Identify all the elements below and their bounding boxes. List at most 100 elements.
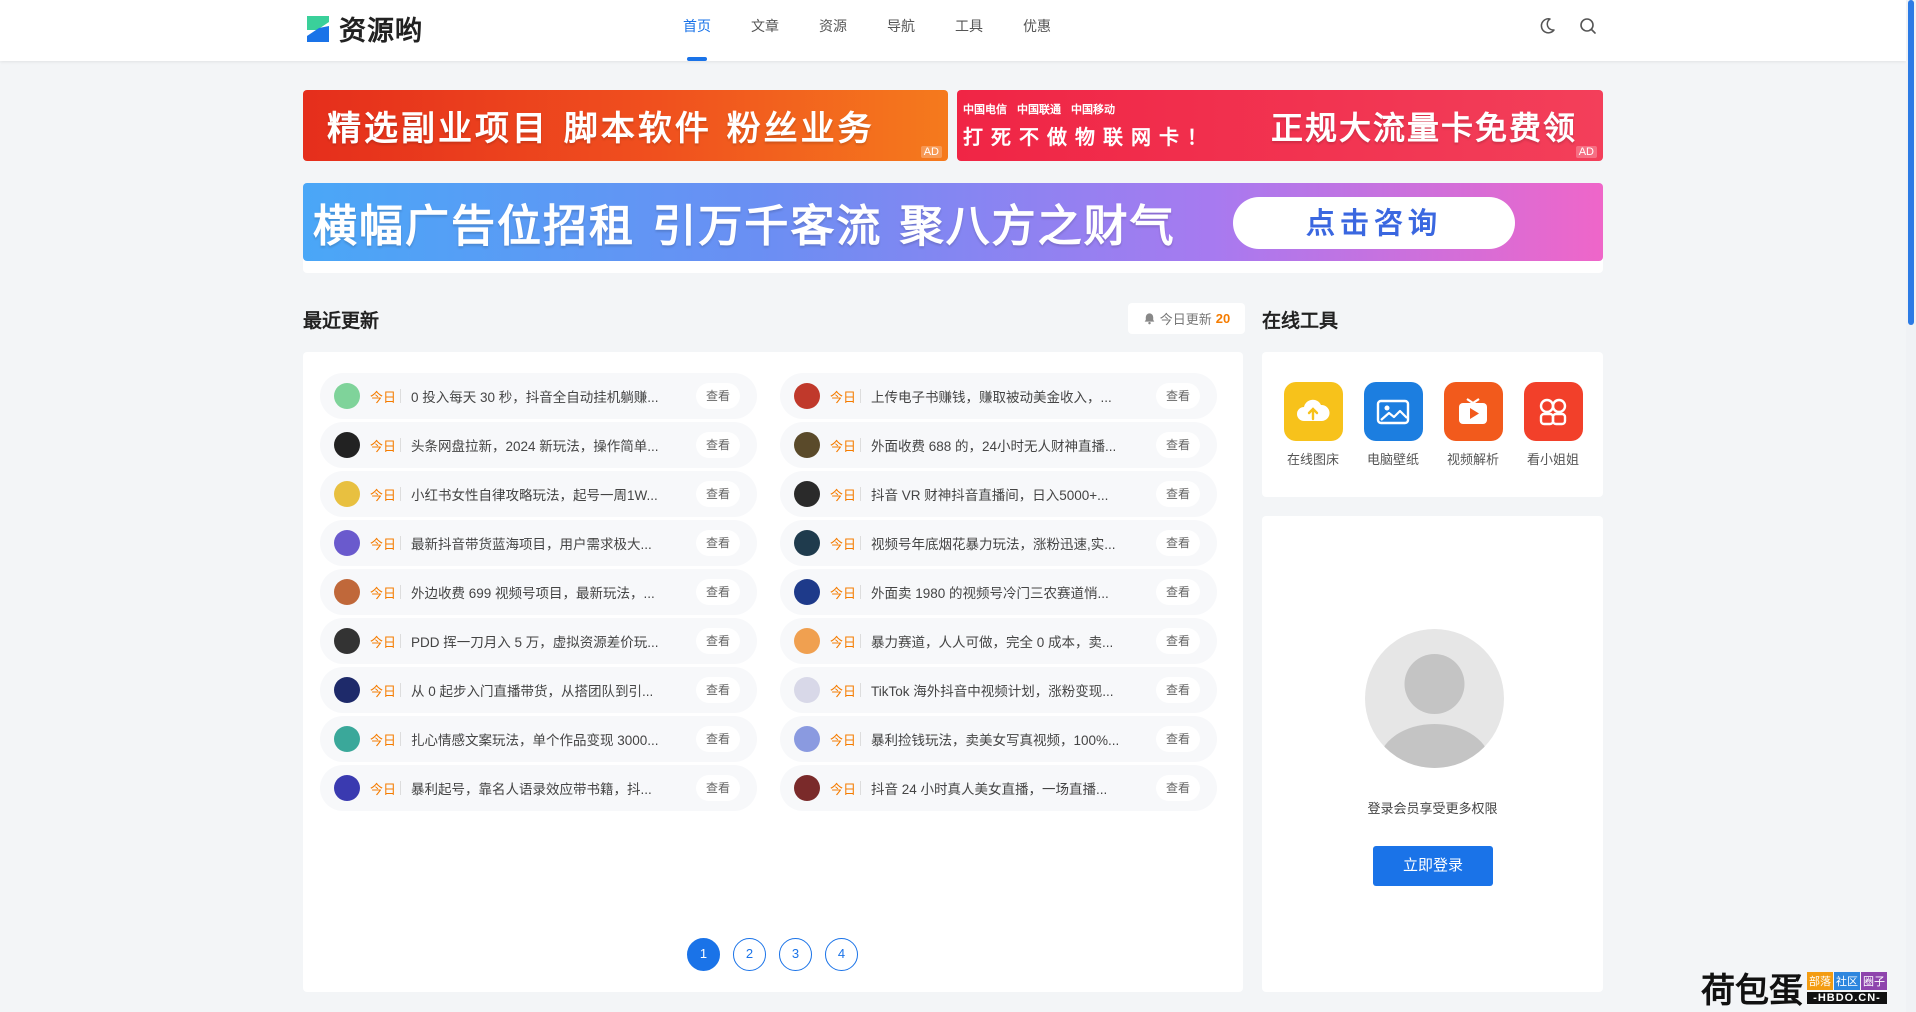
tool-image-host[interactable]: 在线图床 <box>1278 382 1348 468</box>
item-date-tag: 今日 <box>370 487 397 503</box>
item-title[interactable]: 暴力赛道，人人可做，完全 0 成本，卖... <box>871 631 1134 651</box>
watermark-tag: 部落 <box>1807 971 1833 990</box>
item-divider <box>400 634 401 648</box>
nav-navigation[interactable]: 导航 <box>867 0 935 61</box>
view-button[interactable]: 查看 <box>696 579 740 605</box>
view-button[interactable]: 查看 <box>1156 579 1200 605</box>
list-item[interactable]: 今日 外面卖 1980 的视频号冷门三农赛道悄... 查看 <box>780 569 1217 615</box>
view-button[interactable]: 查看 <box>696 383 740 409</box>
view-button[interactable]: 查看 <box>696 530 740 556</box>
view-button[interactable]: 查看 <box>696 432 740 458</box>
search-icon[interactable] <box>1578 16 1598 36</box>
list-item[interactable]: 今日 视频号年底烟花暴力玩法，涨粉迅速,实... 查看 <box>780 520 1217 566</box>
view-button[interactable]: 查看 <box>1156 530 1200 556</box>
item-date-tag: 今日 <box>830 683 857 699</box>
item-title[interactable]: 抖音 24 小时真人美女直播，一场直播... <box>871 778 1134 798</box>
item-date-tag: 今日 <box>370 585 397 601</box>
view-button[interactable]: 查看 <box>696 726 740 752</box>
tool-gallery[interactable]: 看小姐姐 <box>1518 382 1588 468</box>
item-thumbnail <box>794 677 820 703</box>
nav-articles[interactable]: 文章 <box>731 0 799 61</box>
ad-banner-data-card[interactable]: 中国电信 中国联通 中国移动 打死不做物联网卡！ 正规大流量卡免费领 AD <box>957 90 1603 161</box>
view-button[interactable]: 查看 <box>1156 481 1200 507</box>
item-thumbnail <box>334 628 360 654</box>
item-thumbnail <box>334 383 360 409</box>
page-button-1[interactable]: 1 <box>687 938 720 971</box>
site-logo[interactable]: 资源哟 <box>303 9 423 48</box>
item-title[interactable]: 最新抖音带货蓝海项目，用户需求极大... <box>411 533 674 553</box>
view-button[interactable]: 查看 <box>1156 383 1200 409</box>
list-item[interactable]: 今日 抖音 VR 财神抖音直播间，日入5000+... 查看 <box>780 471 1217 517</box>
list-item[interactable]: 今日 小红书女性自律攻略玩法，起号一周1W... 查看 <box>320 471 757 517</box>
consult-button[interactable]: 点击咨询 <box>1233 197 1515 249</box>
view-button[interactable]: 查看 <box>1156 775 1200 801</box>
nav-deals[interactable]: 优惠 <box>1003 0 1071 61</box>
item-title[interactable]: 小红书女性自律攻略玩法，起号一周1W... <box>411 484 674 504</box>
ad-banner-side-jobs[interactable]: 精选副业项目 脚本软件 粉丝业务 AD <box>303 90 948 161</box>
list-item[interactable]: 今日 外边收费 699 视频号项目，最新玩法，... 查看 <box>320 569 757 615</box>
item-title[interactable]: 从 0 起步入门直播带货，从搭团队到引... <box>411 680 674 700</box>
tool-video-parse[interactable]: 视频解析 <box>1438 382 1508 468</box>
list-item[interactable]: 今日从 0 起步入门直播带货，从搭团队到引... 查看 <box>320 667 757 713</box>
today-updates-badge: 今日更新 20 <box>1128 303 1245 334</box>
item-title[interactable]: 暴利捡钱玩法，卖美女写真视频，100%... <box>871 729 1134 749</box>
item-title[interactable]: 头条网盘拉新，2024 新玩法，操作简单... <box>411 435 674 455</box>
moon-icon[interactable] <box>1537 16 1557 36</box>
list-item[interactable]: 今日 暴力赛道，人人可做，完全 0 成本，卖... 查看 <box>780 618 1217 664</box>
list-item[interactable]: 今日 外面收费 688 的，24小时无人财神直播... 查看 <box>780 422 1217 468</box>
item-title[interactable]: 外面卖 1980 的视频号冷门三农赛道悄... <box>871 582 1134 602</box>
view-button[interactable]: 查看 <box>1156 628 1200 654</box>
view-button[interactable]: 查看 <box>1156 677 1200 703</box>
item-title[interactable]: 外面收费 688 的，24小时无人财神直播... <box>871 435 1134 455</box>
list-item[interactable]: 今日 暴利起号，靠名人语录效应带书籍，抖... 查看 <box>320 765 757 811</box>
tool-wallpaper[interactable]: 电脑壁纸 <box>1358 382 1428 468</box>
view-button[interactable]: 查看 <box>696 628 740 654</box>
item-title[interactable]: 上传电子书赚钱，赚取被动美金收入，... <box>871 386 1134 406</box>
tool-label: 看小姐姐 <box>1526 452 1579 467</box>
nav-tools[interactable]: 工具 <box>935 0 1003 61</box>
watermark-side: 部落 社区 圈子 -HBDO.CN- <box>1807 971 1887 1004</box>
list-item[interactable]: 今日 上传电子书赚钱，赚取被动美金收入，... 查看 <box>780 373 1217 419</box>
ad-banner-text: 横幅广告位招租 引万千客流 聚八方之财气 <box>313 201 1176 252</box>
item-divider <box>860 438 861 452</box>
item-divider <box>400 487 401 501</box>
list-item[interactable]: 今日 TikTok 海外抖音中视频计划，涨粉变现... 查看 <box>780 667 1217 713</box>
item-title[interactable]: 0 投入每天 30 秒，抖音全自动挂机躺赚... <box>411 386 674 406</box>
list-item[interactable]: 今日 抖音 24 小时真人美女直播，一场直播... 查看 <box>780 765 1217 811</box>
list-item[interactable]: 今日 扎心情感文案玩法，单个作品变现 3000... 查看 <box>320 716 757 762</box>
view-button[interactable]: 查看 <box>696 775 740 801</box>
item-title[interactable]: 抖音 VR 财神抖音直播间，日入5000+... <box>871 484 1134 504</box>
item-title[interactable]: 外边收费 699 视频号项目，最新玩法，... <box>411 582 674 602</box>
nav-home[interactable]: 首页 <box>663 0 731 61</box>
ad-banner-rent[interactable]: 横幅广告位招租 引万千客流 聚八方之财气 点击咨询 <box>303 183 1603 261</box>
view-button[interactable]: 查看 <box>1156 726 1200 752</box>
item-thumbnail <box>334 530 360 556</box>
item-title[interactable]: 扎心情感文案玩法，单个作品变现 3000... <box>411 729 674 749</box>
page-button-4[interactable]: 4 <box>825 938 858 971</box>
page-button-3[interactable]: 3 <box>779 938 812 971</box>
item-date-tag: 今日 <box>830 732 857 748</box>
item-title[interactable]: TikTok 海外抖音中视频计划，涨粉变现... <box>871 680 1134 700</box>
item-title[interactable]: 视频号年底烟花暴力玩法，涨粉迅速,实... <box>871 533 1134 553</box>
list-item[interactable]: 今日 暴利捡钱玩法，卖美女写真视频，100%... 查看 <box>780 716 1217 762</box>
nav-resources[interactable]: 资源 <box>799 0 867 61</box>
list-item[interactable]: 今日 最新抖音带货蓝海项目，用户需求极大... 查看 <box>320 520 757 566</box>
page-button-2[interactable]: 2 <box>733 938 766 971</box>
list-item[interactable]: 今日 PDD 挥一刀月入 5 万，虚拟资源差价玩... 查看 <box>320 618 757 664</box>
item-title[interactable]: 暴利起号，靠名人语录效应带书籍，抖... <box>411 778 674 798</box>
tool-label: 电脑壁纸 <box>1366 452 1419 467</box>
login-button[interactable]: 立即登录 <box>1373 846 1493 886</box>
list-item[interactable]: 今日 0 投入每天 30 秒，抖音全自动挂机躺赚... 查看 <box>320 373 757 419</box>
carrier-telecom: 中国电信 <box>963 104 1007 116</box>
bell-icon <box>1144 313 1155 325</box>
item-divider <box>860 781 861 795</box>
view-button[interactable]: 查看 <box>696 677 740 703</box>
scrollbar-thumb[interactable] <box>1908 0 1914 325</box>
list-item[interactable]: 今日 头条网盘拉新，2024 新玩法，操作简单... 查看 <box>320 422 757 468</box>
item-title[interactable]: PDD 挥一刀月入 5 万，虚拟资源差价玩... <box>411 631 674 651</box>
item-divider <box>400 536 401 550</box>
page-scrollbar[interactable] <box>1906 0 1916 1012</box>
view-button[interactable]: 查看 <box>696 481 740 507</box>
view-button[interactable]: 查看 <box>1156 432 1200 458</box>
today-updates-label: 今日更新 <box>1159 312 1212 327</box>
